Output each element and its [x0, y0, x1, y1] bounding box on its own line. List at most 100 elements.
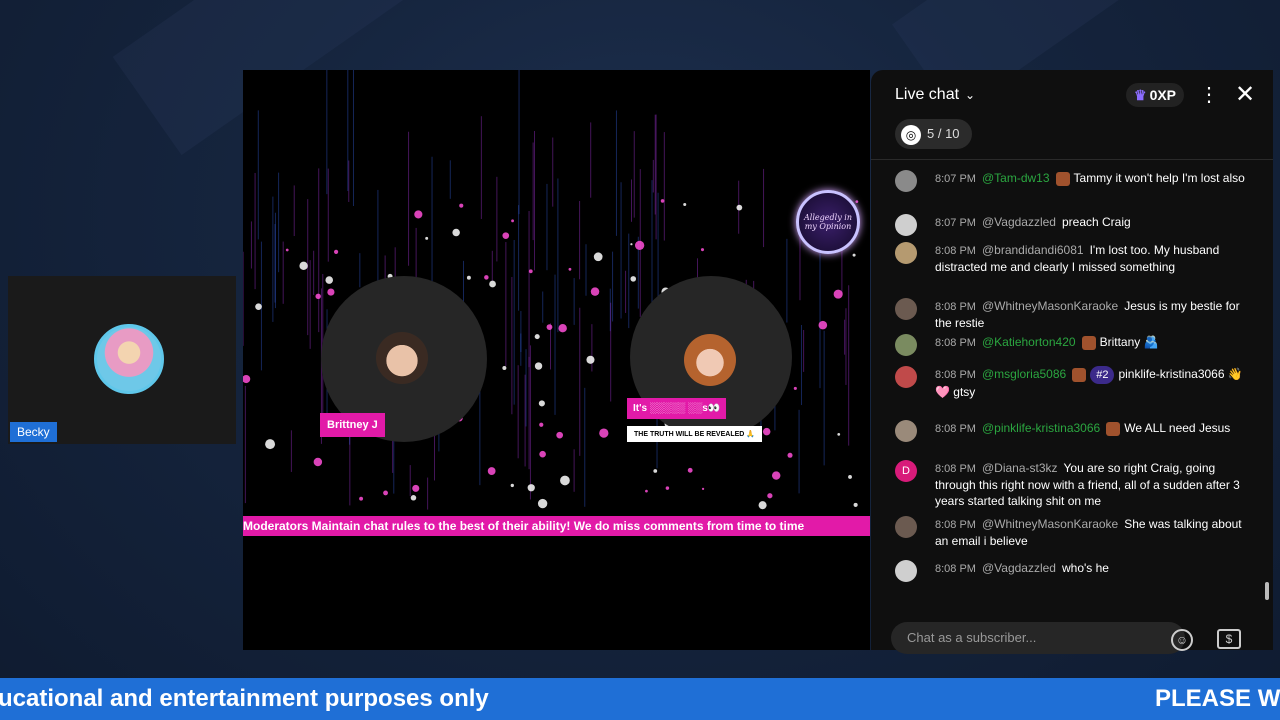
- chat-message-body: 8:08 PM @Diana-st3kz You are so right Crai…: [935, 460, 1253, 509]
- chat-message-body: 8:08 PM @WhitneyMasonKaraoke Jesus is my b…: [935, 298, 1253, 331]
- chat-author[interactable]: @pinklife-kristina3066: [982, 421, 1100, 435]
- sparkle-dot: [665, 486, 670, 490]
- chat-text: Brittany 🫂: [1099, 335, 1159, 349]
- crown-icon: ♛: [1134, 87, 1147, 103]
- chat-message-body: 8:08 PM @WhitneyMasonKaraoke She was talki…: [935, 516, 1253, 549]
- member-badge-icon: [1072, 367, 1087, 382]
- goal-value: 5 / 10: [927, 126, 960, 141]
- video-stage: Brittney J It's ░░░░░ ░░s👀 THE TRUTH WIL…: [243, 70, 870, 650]
- sparkle-dot: [313, 457, 323, 467]
- chat-author[interactable]: @WhitneyMasonKaraoke: [982, 299, 1118, 313]
- sparkle-dot: [837, 433, 841, 436]
- sparkle-dot: [359, 496, 364, 501]
- chat-text: who's he: [1061, 561, 1109, 575]
- chat-timestamp: 8:08 PM: [935, 463, 976, 475]
- sparkle-dot: [833, 289, 843, 299]
- participant-name: Becky: [10, 422, 57, 442]
- chat-timestamp: 8:08 PM: [935, 563, 976, 575]
- sparkle-dot: [736, 204, 743, 211]
- chat-avatar[interactable]: [895, 170, 917, 192]
- logo-text: Allegedly in my Opinion: [804, 213, 852, 231]
- sparkle-dot: [586, 355, 595, 364]
- sparkle-dot: [534, 362, 543, 370]
- participant-tile[interactable]: Becky: [8, 276, 236, 444]
- sparkle-dot: [635, 240, 645, 251]
- sparkle-dot: [487, 467, 496, 475]
- chat-avatar[interactable]: [895, 560, 917, 582]
- super-chat-icon[interactable]: $: [1217, 629, 1241, 649]
- chat-author[interactable]: @Katiehorton420: [982, 335, 1076, 349]
- target-icon: ◎: [901, 124, 921, 145]
- chat-message-body: 8:08 PM @Katiehorton420 Brittany 🫂: [935, 334, 1253, 351]
- chat-message-body: 8:08 PM @pinklife-kristina3066 We ALL need…: [935, 420, 1253, 437]
- chat-avatar[interactable]: [895, 334, 917, 356]
- chat-avatar[interactable]: [895, 242, 917, 264]
- guest-left-avatar: [376, 332, 428, 384]
- sparkle-dot: [758, 501, 767, 510]
- sparkle-dot: [701, 487, 705, 490]
- chat-mode-dropdown[interactable]: Live chat ⌄: [895, 86, 975, 104]
- chat-avatar[interactable]: [895, 420, 917, 442]
- chat-author[interactable]: @Vagdazzled: [982, 215, 1056, 229]
- chat-scrollbar[interactable]: [1264, 162, 1270, 612]
- chat-author[interactable]: @Tam-dw13: [982, 171, 1050, 185]
- emoji-icon[interactable]: ☺: [1171, 629, 1193, 651]
- sparkle-dot: [538, 400, 545, 407]
- ticker-text: Moderators Maintain chat rules to the be…: [243, 519, 805, 533]
- sparkle-dot: [593, 252, 603, 262]
- chat-text: Tammy it won't help I'm lost also: [1073, 171, 1245, 185]
- participant-avatar: [94, 324, 164, 394]
- sparkle-dot: [511, 219, 514, 223]
- more-options-icon[interactable]: ⋮: [1199, 82, 1219, 107]
- goal-progress[interactable]: ◎ 5 / 10: [895, 119, 972, 149]
- sparkle-dot: [534, 334, 540, 340]
- close-icon[interactable]: ✕: [1235, 80, 1255, 109]
- sparkle-dot: [459, 203, 464, 208]
- sparkle-dot: [660, 199, 665, 203]
- sparkle-dot: [556, 431, 564, 439]
- chat-avatar[interactable]: [895, 366, 917, 388]
- scrollbar-thumb[interactable]: [1265, 582, 1269, 600]
- chat-message-body: 8:08 PM @brandidandi6081 I'm lost too. My …: [935, 242, 1253, 275]
- banner-text-right: PLEASE W: [1155, 685, 1280, 712]
- xp-badge[interactable]: ♛ 0XP: [1126, 83, 1185, 107]
- chat-author[interactable]: @Vagdazzled: [982, 561, 1056, 575]
- channel-logo: Allegedly in my Opinion: [796, 190, 860, 254]
- sparkle-dot: [762, 427, 771, 436]
- chat-author[interactable]: @Diana-st3kz: [982, 461, 1058, 475]
- sparkle-dot: [645, 489, 648, 493]
- chat-author[interactable]: @msgloria5086: [982, 367, 1066, 381]
- chat-avatar[interactable]: [895, 214, 917, 236]
- sparkle-dot: [333, 249, 339, 254]
- guest-right-avatar: [684, 334, 736, 386]
- sparkle-dot: [558, 323, 567, 333]
- sparkle-dot: [414, 210, 423, 219]
- chat-avatar[interactable]: [895, 516, 917, 538]
- sparkle-dot: [325, 276, 333, 284]
- sparkle-dot: [539, 422, 544, 427]
- chat-author[interactable]: @brandidandi6081: [982, 243, 1084, 257]
- live-chat-panel: Live chat ⌄ ♛ 0XP ⋮ ✕ ◎ 5 / 10 8:07 PM @Tam-…: [871, 70, 1273, 654]
- member-badge-icon: [1081, 335, 1096, 350]
- chat-input[interactable]: Chat as a subscriber...: [891, 622, 1185, 654]
- sparkle-dot: [383, 490, 388, 496]
- sparkle-dot: [546, 324, 553, 330]
- chat-timestamp: 8:08 PM: [935, 337, 976, 349]
- sparkle-dot: [243, 374, 251, 384]
- sparkle-dot: [255, 303, 262, 310]
- chevron-down-icon: ⌄: [965, 88, 976, 102]
- chat-avatar[interactable]: D: [895, 460, 917, 482]
- chat-avatar[interactable]: [895, 298, 917, 320]
- sparkle-dot: [568, 267, 572, 271]
- sparkle-dot: [265, 439, 276, 450]
- sparkle-dot: [527, 484, 535, 492]
- member-badge-icon: [1055, 171, 1070, 186]
- sparkle-dot: [590, 287, 600, 296]
- xp-value: 0XP: [1149, 87, 1177, 103]
- rank-badge: #2: [1090, 366, 1115, 384]
- sparkle-dot: [630, 243, 633, 246]
- chat-author[interactable]: @WhitneyMasonKaraoke: [982, 517, 1118, 531]
- sparkle-dot: [425, 236, 429, 240]
- sparkle-dot: [484, 275, 489, 280]
- sparkle-dot: [539, 450, 546, 458]
